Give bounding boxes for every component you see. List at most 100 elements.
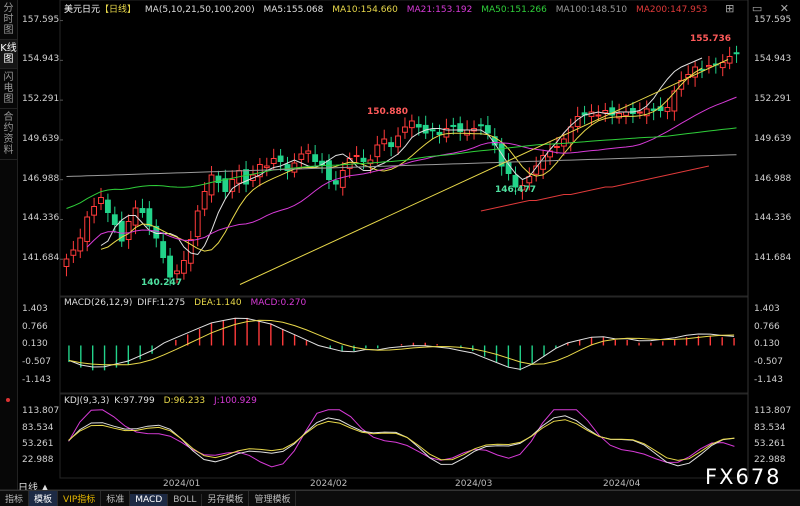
candle-body-78 bbox=[602, 110, 609, 114]
kdj-title: KDJ(9,3,3) bbox=[64, 396, 110, 406]
kdj-tick-left-2: 53.261 bbox=[22, 439, 54, 450]
candle-body-10 bbox=[132, 207, 139, 226]
macd-tick-left-4: -1.143 bbox=[22, 374, 52, 385]
macd-tick-right-3: -0.507 bbox=[754, 357, 784, 368]
candle-body-53 bbox=[429, 129, 436, 132]
tab-macd[interactable]: MACD bbox=[130, 494, 169, 506]
macd-tick-left-3: -0.507 bbox=[22, 357, 52, 368]
candle-body-54 bbox=[436, 131, 443, 136]
macd-diff-line bbox=[68, 317, 735, 370]
candle-body-39 bbox=[332, 180, 339, 185]
candle-body-17 bbox=[180, 260, 187, 274]
macd-tick-left-1: 0.766 bbox=[22, 321, 48, 332]
candle-body-0 bbox=[63, 258, 70, 267]
candle-body-69 bbox=[540, 155, 547, 170]
low-price-label: 140.247 bbox=[141, 278, 182, 288]
candle-body-50 bbox=[408, 120, 415, 129]
kdj-tick-right-3: 22.988 bbox=[754, 455, 786, 466]
candle-body-29 bbox=[263, 165, 270, 169]
candle-body-87 bbox=[664, 107, 671, 112]
macd-tick-left-0: 1.403 bbox=[22, 304, 48, 315]
main-tick-left-3: 149.639 bbox=[22, 133, 60, 144]
x-date-jan: 2024/01 bbox=[163, 479, 201, 489]
main-tick-right-4: 146.988 bbox=[754, 173, 792, 184]
candle-body-97 bbox=[733, 52, 740, 55]
macd-pane-frame bbox=[59, 296, 749, 394]
candle-body-31 bbox=[277, 155, 284, 162]
macd-legend: MACD(26,12,9) DIFF:1.275 DEA:1.140 MACD:… bbox=[64, 298, 312, 308]
low-mid-price-label: 146.477 bbox=[495, 185, 536, 195]
candle-body-45 bbox=[374, 144, 381, 158]
brand-watermark: FX678 bbox=[705, 465, 782, 489]
candle-body-24 bbox=[229, 179, 236, 192]
kdj-tick-left-3: 22.988 bbox=[22, 455, 54, 466]
candle-body-83 bbox=[636, 111, 643, 114]
kdj-d-line bbox=[68, 419, 735, 461]
candle-body-34 bbox=[298, 153, 305, 160]
candle-body-77 bbox=[595, 114, 602, 117]
macd-tick-right-2: 0.130 bbox=[754, 339, 780, 350]
tab-boll[interactable]: BOLL bbox=[168, 494, 203, 506]
ma100-line bbox=[66, 154, 737, 177]
candle-body-21 bbox=[208, 174, 215, 196]
price-chart[interactable] bbox=[0, 0, 800, 505]
candle-body-73 bbox=[567, 126, 574, 144]
macd-diff: DIFF:1.275 bbox=[137, 298, 186, 308]
ma5-line bbox=[100, 57, 703, 256]
kdj-j: J:100.929 bbox=[213, 396, 257, 406]
kdj-legend: KDJ(9,3,3) K:97.799 D:96.233 J:100.929 bbox=[64, 396, 263, 406]
candle-body-9 bbox=[125, 221, 132, 241]
kdj-j-line bbox=[68, 409, 735, 468]
candle-body-47 bbox=[388, 142, 395, 147]
tab-indicators[interactable]: 指标 bbox=[0, 491, 30, 506]
main-tick-right-5: 144.336 bbox=[754, 213, 792, 224]
candle-body-6 bbox=[104, 199, 111, 213]
main-tick-left-4: 146.988 bbox=[22, 173, 60, 184]
kdj-tick-left-1: 83.534 bbox=[22, 422, 54, 433]
candle-body-23 bbox=[222, 178, 229, 193]
main-tick-right-1: 154.943 bbox=[754, 54, 792, 65]
main-tick-left-2: 152.291 bbox=[22, 94, 60, 105]
macd-title: MACD(26,12,9) bbox=[64, 298, 133, 308]
candle-body-3 bbox=[84, 216, 91, 242]
tab-vip[interactable]: VIP指标 bbox=[58, 491, 102, 506]
candle-body-51 bbox=[415, 124, 422, 128]
tab-template[interactable]: 模板 bbox=[29, 491, 59, 506]
macd-tick-right-0: 1.403 bbox=[754, 304, 780, 315]
candle-body-72 bbox=[560, 138, 567, 147]
macd-dea-line bbox=[68, 319, 735, 366]
candle-body-56 bbox=[450, 124, 457, 127]
ma50-line bbox=[66, 127, 737, 209]
candle-body-82 bbox=[630, 108, 636, 114]
candle-body-36 bbox=[312, 154, 319, 162]
candle-body-40 bbox=[339, 170, 346, 188]
candle-body-30 bbox=[270, 158, 277, 164]
candle-body-1 bbox=[70, 249, 77, 256]
macd-value: MACD:0.270 bbox=[250, 298, 307, 308]
tab-save-template[interactable]: 另存模板 bbox=[202, 491, 250, 506]
candle-body-95 bbox=[719, 62, 726, 69]
candle-body-16 bbox=[174, 270, 180, 275]
main-tick-left-0: 157.595 bbox=[22, 14, 60, 25]
main-tick-right-2: 152.291 bbox=[754, 94, 792, 105]
candle-body-2 bbox=[77, 237, 84, 252]
candle-body-42 bbox=[353, 155, 360, 157]
high-price-label: 155.736 bbox=[690, 34, 731, 44]
kdj-d: D:96.233 bbox=[163, 396, 206, 406]
macd-tick-right-4: -1.143 bbox=[754, 374, 784, 385]
x-date-apr: 2024/04 bbox=[603, 479, 641, 489]
main-tick-right-6: 141.684 bbox=[754, 253, 792, 264]
candle-body-93 bbox=[705, 65, 712, 68]
candle-body-20 bbox=[201, 191, 208, 210]
tab-manage-template[interactable]: 管理模板 bbox=[249, 491, 297, 506]
main-tick-left-1: 154.943 bbox=[22, 54, 60, 65]
kdj-tick-right-0: 113.807 bbox=[754, 406, 792, 417]
candle-body-38 bbox=[326, 160, 332, 180]
kdj-k: K:97.799 bbox=[114, 396, 155, 406]
candle-body-7 bbox=[111, 214, 118, 225]
trend-line bbox=[239, 59, 729, 285]
x-date-mar: 2024/03 bbox=[455, 479, 493, 489]
tab-standard[interactable]: 标准 bbox=[101, 491, 131, 506]
candle-body-49 bbox=[402, 126, 408, 133]
candle-body-61 bbox=[484, 125, 491, 134]
